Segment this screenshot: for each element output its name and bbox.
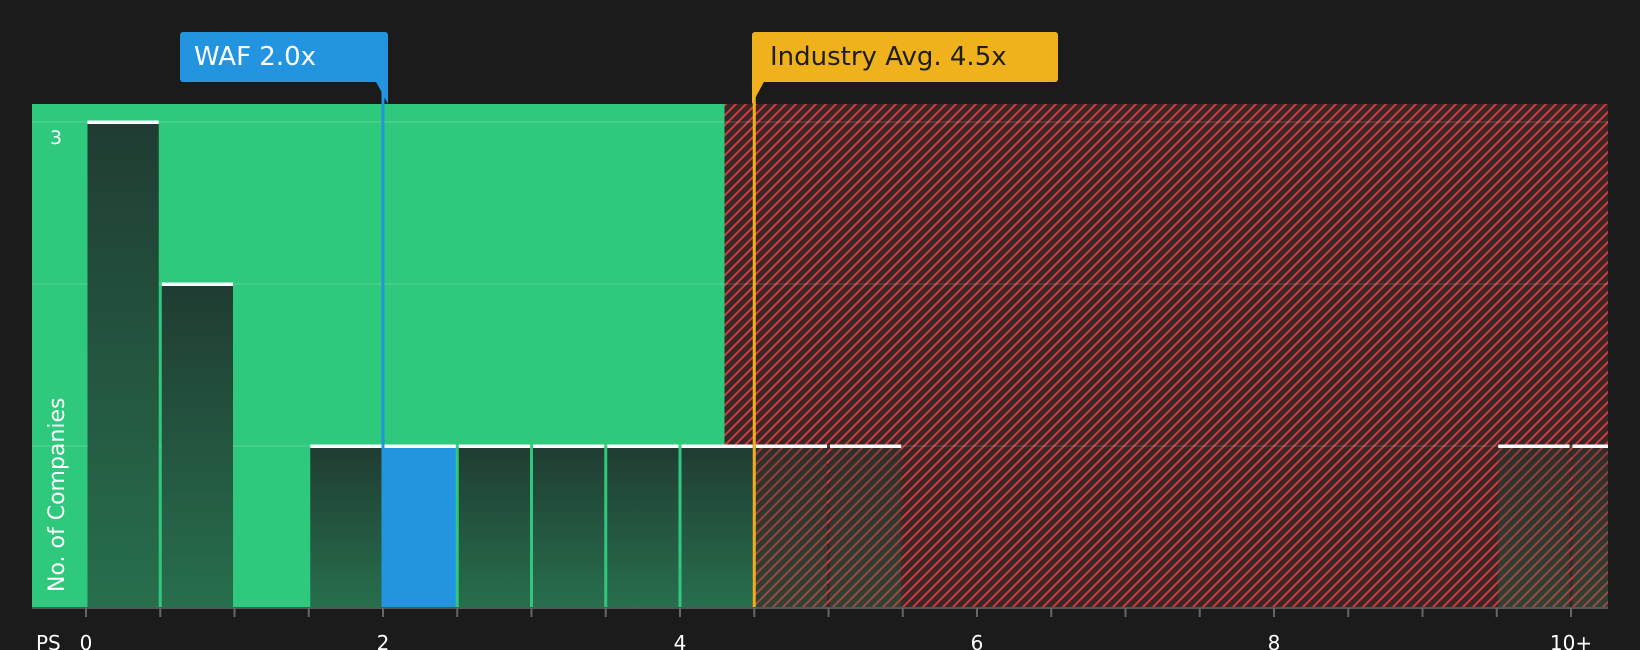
histogram-bar: [310, 446, 382, 608]
y-axis-ticks: 3: [50, 127, 62, 149]
ps-ratio-chart: 0 2 4 6 8 10+ PS No. of Companies 3: [32, 70, 1608, 650]
bar-top-cap: [161, 282, 233, 286]
histogram-bar: [830, 446, 902, 608]
x-tick-label: 0: [80, 631, 93, 650]
histogram-bar: [607, 446, 679, 608]
bar-top-cap: [310, 444, 382, 448]
histogram-bar: [1572, 446, 1608, 608]
bar-top-cap: [87, 120, 159, 124]
x-tick-label: 10+: [1550, 631, 1592, 650]
bar-top-cap: [681, 444, 753, 448]
y-tick-label: 3: [50, 127, 62, 149]
histogram-bar: [533, 446, 605, 608]
bar-top-cap: [384, 444, 456, 448]
x-tick-label: 8: [1268, 631, 1281, 650]
x-tick-label: 2: [377, 631, 390, 650]
y-axis-label: No. of Companies: [45, 398, 70, 592]
x-tick-label: 6: [971, 631, 984, 650]
histogram-bar: [87, 122, 159, 608]
bar-top-cap: [607, 444, 679, 448]
histogram-bar: [755, 446, 827, 608]
bar-top-cap: [533, 444, 605, 448]
industry-average-callout: Industry Avg. 4.5x: [752, 32, 1058, 82]
x-axis-label: PS: [36, 631, 61, 650]
company-bar: [384, 446, 456, 608]
bar-top-cap: [458, 444, 530, 448]
histogram-bar: [458, 446, 530, 608]
company-callout-pointer: [374, 78, 388, 104]
bar-top-cap: [755, 444, 827, 448]
x-tick-label: 4: [674, 631, 687, 650]
company-ps-callout: WAF 2.0x: [180, 32, 388, 82]
x-axis-ticks: 0 2 4 6 8 10+: [80, 608, 1592, 650]
histogram-bar: [681, 446, 753, 608]
histogram-bar: [1498, 446, 1570, 608]
histogram-bar: [161, 284, 233, 608]
bar-top-cap: [830, 444, 902, 448]
bar-top-cap: [1572, 444, 1608, 448]
industry-callout-pointer: [752, 78, 766, 104]
bar-top-cap: [1498, 444, 1570, 448]
